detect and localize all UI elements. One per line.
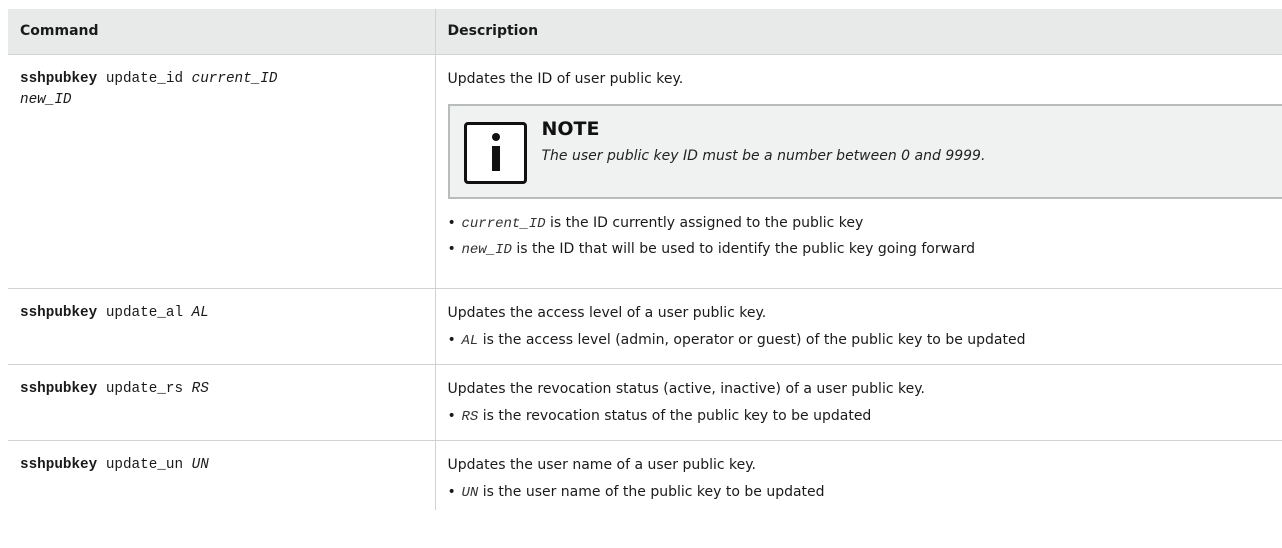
- note-title: NOTE: [541, 117, 600, 140]
- command-subcommand: update_al: [105, 304, 184, 321]
- command-cell: sshpubkey update_un UN: [8, 440, 436, 510]
- description-text: Updates the revocation status (active, i…: [447, 380, 925, 397]
- bullet-text: is the ID that will be used to identify …: [511, 240, 976, 257]
- info-icon: [463, 121, 527, 184]
- bullet-list: current_ID is the ID currently assigned …: [448, 211, 1277, 263]
- command-subcommand: update_un: [105, 456, 184, 473]
- description-text: Updates the access level of a user publi…: [447, 304, 767, 321]
- command-keyword: sshpubkey: [20, 304, 98, 321]
- list-item: AL is the access level (admin, operator …: [448, 328, 1277, 354]
- command-keyword: sshpubkey: [20, 70, 98, 87]
- description-cell: Updates the revocation status (active, i…: [435, 364, 1282, 441]
- command-cell: sshpubkey update_al AL: [8, 288, 436, 365]
- description-cell: Updates the user name of a user public k…: [435, 440, 1282, 510]
- bullet-text: is the access level (admin, operator or …: [478, 331, 1026, 348]
- bullet-argument: UN: [461, 484, 479, 501]
- command-subcommand: update_id: [105, 70, 184, 87]
- command-keyword: sshpubkey: [20, 456, 98, 473]
- table-row: sshpubkey update_id current_ID new_ID Up…: [8, 54, 1282, 289]
- table-row: sshpubkey update_rs RS Updates the revoc…: [8, 364, 1282, 441]
- list-item: UN is the user name of the public key to…: [448, 480, 1277, 506]
- header-description: Description: [435, 9, 1282, 55]
- command-argument: AL: [191, 304, 209, 321]
- command-cell: sshpubkey update_rs RS: [8, 364, 436, 441]
- command-keyword: sshpubkey: [20, 380, 98, 397]
- table-row: sshpubkey update_un UN Updates the user …: [8, 440, 1282, 510]
- list-item: new_ID is the ID that will be used to id…: [448, 237, 1277, 263]
- description-cell: Updates the ID of user public key. NOTE …: [435, 54, 1282, 289]
- bullet-list: RS is the revocation status of the publi…: [448, 404, 1277, 430]
- table-row: sshpubkey update_al AL Updates the acces…: [8, 288, 1282, 365]
- command-table: Command Description sshpubkey update_id …: [8, 9, 1282, 510]
- command-subcommand: update_rs: [105, 380, 184, 397]
- list-item: current_ID is the ID currently assigned …: [448, 211, 1277, 237]
- bullet-text: is the revocation status of the public k…: [478, 407, 872, 424]
- command-cell: sshpubkey update_id current_ID new_ID: [8, 54, 436, 289]
- bullet-list: AL is the access level (admin, operator …: [448, 328, 1277, 354]
- command-argument: new_ID: [20, 91, 72, 108]
- bullet-text: is the user name of the public key to be…: [478, 483, 825, 500]
- bullet-argument: AL: [461, 332, 479, 349]
- command-argument: current_ID: [191, 70, 278, 87]
- description-cell: Updates the access level of a user publi…: [435, 288, 1282, 365]
- note-box: NOTE The user public key ID must be a nu…: [447, 103, 1282, 199]
- header-command: Command: [8, 9, 436, 55]
- table-header-row: Command Description: [8, 9, 1282, 55]
- command-argument: RS: [191, 380, 209, 397]
- command-argument: UN: [191, 456, 209, 473]
- bullet-list: UN is the user name of the public key to…: [448, 480, 1277, 506]
- list-item: RS is the revocation status of the publi…: [448, 404, 1277, 430]
- bullet-argument: current_ID: [461, 215, 546, 232]
- bullet-argument: RS: [461, 408, 479, 425]
- bullet-text: is the ID currently assigned to the publ…: [545, 214, 864, 231]
- description-text: Updates the ID of user public key.: [447, 70, 684, 87]
- description-text: Updates the user name of a user public k…: [447, 456, 757, 473]
- note-text: The user public key ID must be a number …: [541, 147, 986, 164]
- bullet-argument: new_ID: [461, 241, 512, 258]
